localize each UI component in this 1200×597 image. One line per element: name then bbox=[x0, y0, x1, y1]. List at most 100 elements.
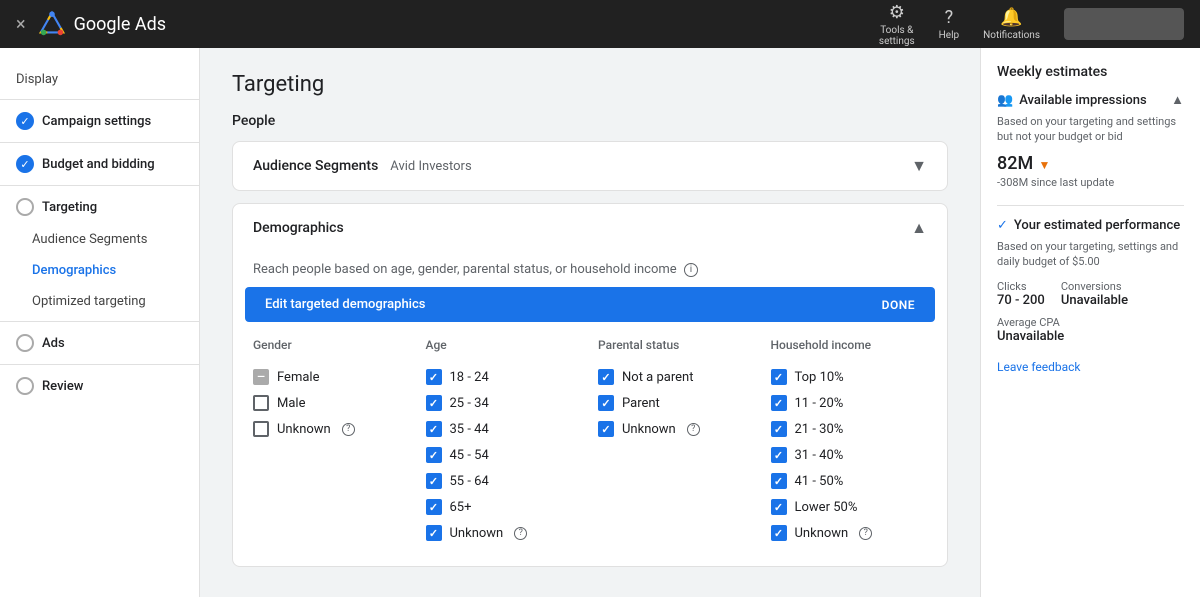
performance-metrics: Clicks 70 - 200 Conversions Unavailable bbox=[997, 280, 1184, 308]
age-column: Age 18 - 24 25 - 34 35 - 44 bbox=[418, 330, 591, 554]
available-impressions-collapse-icon[interactable]: ▲ bbox=[1171, 92, 1184, 108]
help-button[interactable]: ? Help bbox=[939, 7, 959, 41]
campaign-settings-status-icon: ✓ bbox=[16, 112, 34, 130]
gender-column: Gender Female Male Unknown ? bbox=[245, 330, 418, 554]
top-navigation: × Google Ads ⚙ Tools & settings ? Help 🔔… bbox=[0, 0, 1200, 48]
female-checkbox[interactable] bbox=[253, 369, 269, 385]
people-label: People bbox=[232, 113, 948, 129]
demographics-title: Demographics bbox=[253, 220, 344, 236]
lower-50-checkbox[interactable] bbox=[771, 499, 787, 515]
google-ads-logo-icon bbox=[38, 10, 66, 38]
age-25-34-row: 25 - 34 bbox=[426, 390, 583, 416]
gender-header: Gender bbox=[253, 338, 410, 356]
age-35-44-checkbox[interactable] bbox=[426, 421, 442, 437]
panel-divider bbox=[997, 205, 1184, 206]
ads-status-icon bbox=[16, 334, 34, 352]
gender-unknown-checkbox[interactable] bbox=[253, 421, 269, 437]
demographics-info-icon[interactable]: i bbox=[684, 263, 698, 277]
sidebar-item-ads[interactable]: Ads bbox=[0, 326, 199, 360]
11-20-row: 11 - 20% bbox=[771, 390, 928, 416]
sidebar-item-review[interactable]: Review bbox=[0, 369, 199, 403]
top-10-checkbox[interactable] bbox=[771, 369, 787, 385]
not-a-parent-row: Not a parent bbox=[598, 364, 755, 390]
age-45-54-row: 45 - 54 bbox=[426, 442, 583, 468]
age-45-54-label: 45 - 54 bbox=[450, 448, 489, 463]
available-impressions-label: 👥 Available impressions bbox=[997, 93, 1147, 108]
age-unknown-help-icon[interactable]: ? bbox=[514, 527, 527, 540]
31-40-checkbox[interactable] bbox=[771, 447, 787, 463]
sidebar-divider-1 bbox=[0, 99, 199, 100]
parental-unknown-checkbox[interactable] bbox=[598, 421, 614, 437]
demographics-header[interactable]: Demographics ▲ bbox=[233, 204, 947, 252]
gender-female-row: Female bbox=[253, 364, 410, 390]
age-35-44-row: 35 - 44 bbox=[426, 416, 583, 442]
male-checkbox[interactable] bbox=[253, 395, 269, 411]
review-status-icon bbox=[16, 377, 34, 395]
age-25-34-checkbox[interactable] bbox=[426, 395, 442, 411]
11-20-checkbox[interactable] bbox=[771, 395, 787, 411]
clicks-value: 70 - 200 bbox=[997, 293, 1045, 308]
sidebar-item-display[interactable]: Display bbox=[0, 64, 199, 95]
age-unknown-checkbox[interactable] bbox=[426, 525, 442, 541]
parental-unknown-label: Unknown bbox=[622, 422, 676, 437]
sidebar-divider-4 bbox=[0, 321, 199, 322]
income-unknown-help-icon[interactable]: ? bbox=[859, 527, 872, 540]
demographics-description: Reach people based on age, gender, paren… bbox=[233, 252, 947, 287]
sidebar-item-campaign-settings[interactable]: ✓ Campaign settings bbox=[0, 104, 199, 138]
gender-unknown-row: Unknown ? bbox=[253, 416, 410, 442]
performance-desc: Based on your targeting, settings and da… bbox=[997, 239, 1184, 270]
age-55-64-checkbox[interactable] bbox=[426, 473, 442, 489]
right-panel: Weekly estimates 👥 Available impressions… bbox=[980, 48, 1200, 597]
sidebar-item-targeting[interactable]: Targeting bbox=[0, 190, 199, 224]
21-30-label: 21 - 30% bbox=[795, 422, 844, 437]
leave-feedback-container: Leave feedback bbox=[997, 360, 1184, 375]
impressions-trend-icon: ▼ bbox=[1038, 158, 1050, 172]
tools-icon: ⚙ bbox=[889, 2, 905, 23]
11-20-label: 11 - 20% bbox=[795, 396, 844, 411]
checkmark-icon: ✓ bbox=[997, 218, 1008, 233]
age-unknown-row: Unknown ? bbox=[426, 520, 583, 546]
age-65-plus-checkbox[interactable] bbox=[426, 499, 442, 515]
leave-feedback-link[interactable]: Leave feedback bbox=[997, 360, 1081, 374]
sidebar-item-demographics[interactable]: Demographics bbox=[0, 255, 199, 286]
clicks-label: Clicks bbox=[997, 280, 1045, 293]
topnav-actions: ⚙ Tools & settings ? Help 🔔 Notification… bbox=[879, 2, 1184, 47]
main-layout: Display ✓ Campaign settings ✓ Budget and… bbox=[0, 48, 1200, 597]
sidebar-divider-5 bbox=[0, 364, 199, 365]
not-a-parent-checkbox[interactable] bbox=[598, 369, 614, 385]
41-50-checkbox[interactable] bbox=[771, 473, 787, 489]
household-income-header: Household income bbox=[771, 338, 928, 356]
search-input[interactable] bbox=[1064, 8, 1184, 40]
audience-segments-header[interactable]: Audience Segments Avid Investors ▼ bbox=[233, 142, 947, 190]
income-unknown-label: Unknown bbox=[795, 526, 849, 541]
available-impressions-header: 👥 Available impressions ▲ bbox=[997, 92, 1184, 108]
income-unknown-checkbox[interactable] bbox=[771, 525, 787, 541]
lower-50-label: Lower 50% bbox=[795, 500, 858, 515]
tools-settings-button[interactable]: ⚙ Tools & settings bbox=[879, 2, 915, 47]
age-header: Age bbox=[426, 338, 583, 356]
gender-unknown-help-icon[interactable]: ? bbox=[342, 423, 355, 436]
audience-segments-card: Audience Segments Avid Investors ▼ bbox=[232, 141, 948, 191]
age-18-24-checkbox[interactable] bbox=[426, 369, 442, 385]
21-30-row: 21 - 30% bbox=[771, 416, 928, 442]
parent-checkbox[interactable] bbox=[598, 395, 614, 411]
impressions-value-row: 82M ▼ bbox=[997, 153, 1184, 174]
sidebar-item-optimized-targeting[interactable]: Optimized targeting bbox=[0, 286, 199, 317]
people-group-icon: 👥 bbox=[997, 93, 1013, 108]
bell-icon: 🔔 bbox=[1000, 7, 1022, 28]
sidebar-item-budget-bidding[interactable]: ✓ Budget and bidding bbox=[0, 147, 199, 181]
age-35-44-label: 35 - 44 bbox=[450, 422, 489, 437]
demographics-card: Demographics ▲ Reach people based on age… bbox=[232, 203, 948, 567]
21-30-checkbox[interactable] bbox=[771, 421, 787, 437]
avg-cpa-value: Unavailable bbox=[997, 329, 1184, 344]
parental-unknown-help-icon[interactable]: ? bbox=[687, 423, 700, 436]
not-a-parent-label: Not a parent bbox=[622, 370, 693, 385]
done-button[interactable]: DONE bbox=[882, 298, 915, 312]
household-income-column: Household income Top 10% 11 - 20% 21 - 3… bbox=[763, 330, 936, 554]
close-icon[interactable]: × bbox=[16, 14, 26, 35]
sidebar-item-audience-segments[interactable]: Audience Segments bbox=[0, 224, 199, 255]
edit-demographics-bar: Edit targeted demographics DONE bbox=[245, 287, 935, 322]
age-45-54-checkbox[interactable] bbox=[426, 447, 442, 463]
edit-demographics-title: Edit targeted demographics bbox=[265, 297, 425, 312]
notifications-button[interactable]: 🔔 Notifications bbox=[983, 7, 1040, 41]
